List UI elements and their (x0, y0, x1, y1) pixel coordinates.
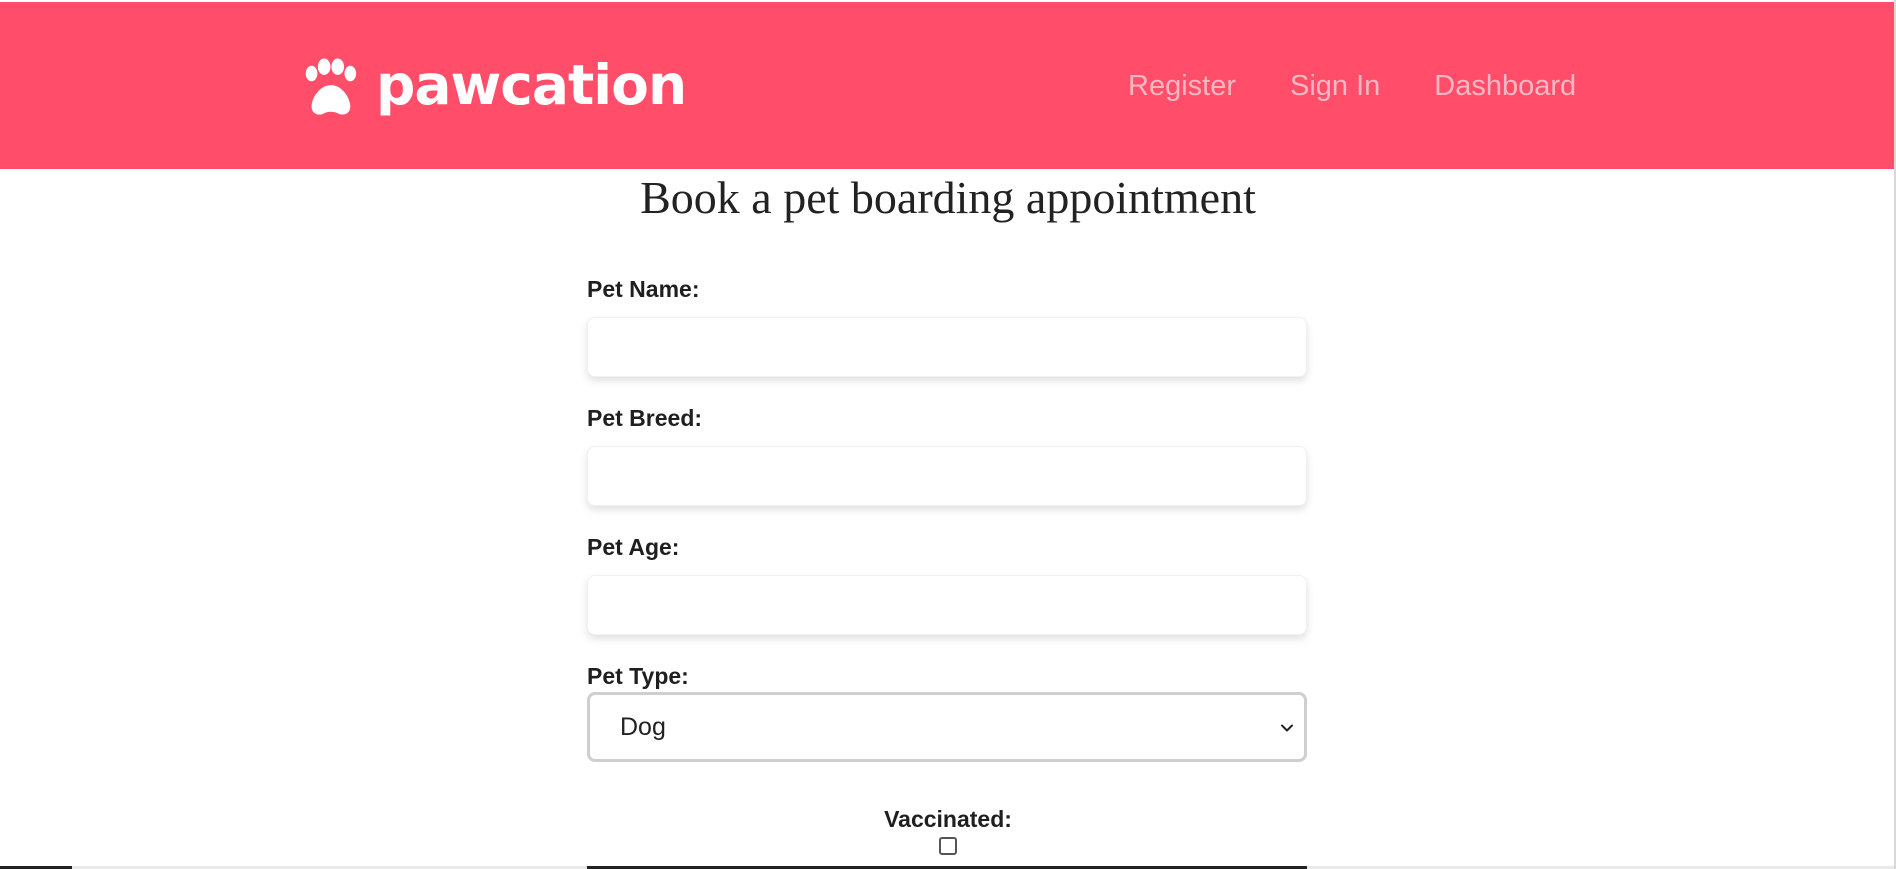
chevron-down-icon (1281, 724, 1293, 732)
paw-icon (305, 58, 357, 115)
vaccinated-checkbox[interactable] (939, 837, 957, 855)
pet-type-select[interactable]: Dog (587, 692, 1307, 762)
pet-age-label: Pet Age: (587, 534, 680, 560)
vaccinated-label: Vaccinated: (884, 806, 1012, 832)
page: pawcation Register Sign In Dashboard Boo… (0, 0, 1896, 869)
brand-name: pawcation (376, 52, 687, 117)
nav-link-sign-in[interactable]: Sign In (1290, 72, 1380, 101)
pet-type-label: Pet Type: (587, 663, 689, 689)
nav-links: Register Sign In Dashboard (1128, 72, 1576, 101)
nav-link-dashboard[interactable]: Dashboard (1434, 72, 1576, 101)
pet-type-selected-value: Dog (620, 713, 666, 741)
pet-name-input[interactable] (587, 317, 1307, 377)
pet-breed-label: Pet Breed: (587, 405, 703, 431)
navbar: pawcation Register Sign In Dashboard (0, 2, 1896, 169)
pet-breed-input[interactable] (587, 446, 1307, 506)
page-title: Book a pet boarding appointment (640, 172, 1256, 223)
nav-link-register[interactable]: Register (1128, 72, 1236, 101)
pet-age-input[interactable] (587, 575, 1307, 635)
brand-logo[interactable]: pawcation (298, 52, 687, 120)
pet-name-label: Pet Name: (587, 276, 700, 302)
vaccinated-field: Vaccinated: (0, 808, 1896, 855)
booking-form: Pet Name: Pet Breed: Pet Age: Pet Type: … (587, 278, 1307, 762)
